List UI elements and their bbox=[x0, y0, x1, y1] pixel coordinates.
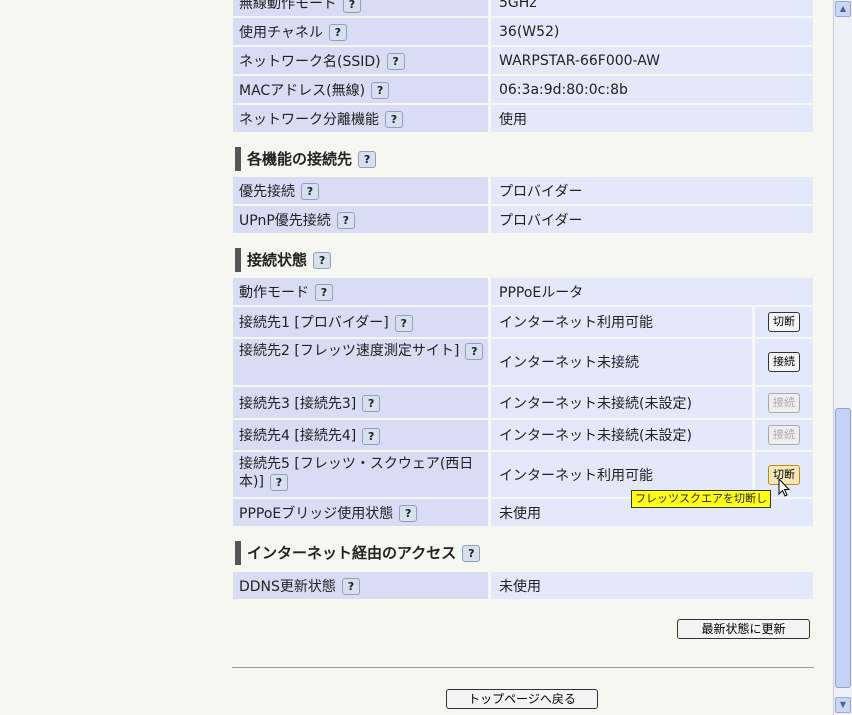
row-wireless-mode: 無線動作モード? 5GHz bbox=[233, 0, 813, 16]
section-access: インターネット経由のアクセス? bbox=[235, 541, 635, 565]
row-value: インターネット未接続(未設定) bbox=[491, 387, 752, 418]
help-icon[interactable]: ? bbox=[386, 53, 405, 70]
row-value: インターネット利用可能 bbox=[491, 307, 752, 337]
connect-button-disabled: 接続 bbox=[768, 425, 800, 445]
row-value: PPPoEルータ bbox=[491, 278, 813, 305]
help-icon[interactable]: ? bbox=[328, 24, 347, 41]
back-to-top-button[interactable]: トップページへ戻る bbox=[446, 689, 598, 709]
help-icon[interactable]: ? bbox=[371, 82, 390, 99]
help-icon[interactable]: ? bbox=[336, 212, 355, 229]
help-icon[interactable]: ? bbox=[301, 183, 319, 200]
help-icon[interactable]: ? bbox=[462, 545, 481, 562]
section-title: 各機能の接続先 bbox=[247, 150, 353, 168]
row-channel: 使用チャネル? 36(W52) bbox=[233, 18, 813, 45]
help-icon[interactable]: ? bbox=[385, 111, 403, 128]
row-conn3: 接続先3 [接続先3]? インターネット未接続(未設定) 接続 bbox=[233, 387, 813, 418]
scrollbar-thumb[interactable] bbox=[835, 408, 851, 688]
row-label: 接続先2 [フレッツ速度測定サイト] bbox=[239, 343, 460, 359]
help-icon[interactable]: ? bbox=[362, 395, 381, 412]
row-value: 36(W52) bbox=[491, 18, 813, 45]
help-icon[interactable]: ? bbox=[399, 505, 418, 522]
row-separation: ネットワーク分離機能? 使用 bbox=[233, 105, 813, 132]
row-label: 接続先4 [接続先4] bbox=[239, 428, 357, 444]
row-label: ネットワーク分離機能 bbox=[239, 111, 379, 128]
row-label: MACアドレス(無線) bbox=[239, 82, 366, 99]
connect-button-disabled: 接続 bbox=[768, 392, 800, 413]
row-conn4: 接続先4 [接続先4]? インターネット未接続(未設定) 接続 bbox=[233, 420, 813, 450]
row-label: 接続先1 [プロバイダー] bbox=[239, 315, 389, 331]
help-icon[interactable]: ? bbox=[313, 252, 332, 269]
row-priority: 優先接続? プロバイダー bbox=[233, 177, 813, 204]
row-value: プロバイダー bbox=[491, 206, 813, 233]
row-value: 06:3a:9d:80:0c:8b bbox=[491, 76, 813, 103]
mouse-cursor-icon bbox=[778, 478, 791, 497]
row-label: PPPoEブリッジ使用状態 bbox=[239, 505, 394, 522]
scroll-up-icon[interactable]: ▲ bbox=[835, 1, 851, 17]
help-icon[interactable]: ? bbox=[341, 578, 360, 595]
row-label: ネットワーク名(SSID) bbox=[239, 53, 381, 70]
row-label: 使用チャネル bbox=[239, 24, 323, 41]
row-value: インターネット未接続 bbox=[491, 339, 752, 385]
row-conn2: 接続先2 [フレッツ速度測定サイト]? インターネット未接続 接続 bbox=[233, 339, 813, 385]
refresh-button[interactable]: 最新状態に更新 bbox=[677, 619, 810, 639]
connect-button[interactable]: 接続 bbox=[768, 352, 800, 372]
scroll-down-icon[interactable]: ▼ bbox=[835, 697, 851, 713]
row-mac: MACアドレス(無線)? 06:3a:9d:80:0c:8b bbox=[233, 76, 813, 103]
disconnect-button[interactable]: 切断 bbox=[768, 312, 800, 332]
row-label: 無線動作モード bbox=[239, 0, 337, 12]
row-label: UPnP優先接続 bbox=[239, 212, 331, 229]
row-label: 動作モード bbox=[239, 284, 309, 301]
row-label: 接続先3 [接続先3] bbox=[239, 395, 357, 412]
divider bbox=[232, 667, 814, 668]
help-icon[interactable]: ? bbox=[465, 342, 484, 360]
help-icon[interactable]: ? bbox=[343, 0, 361, 13]
help-icon[interactable]: ? bbox=[269, 473, 288, 491]
section-status: 接続状態? bbox=[235, 248, 635, 272]
row-value: 5GHz bbox=[491, 0, 813, 16]
row-value: インターネット未接続(未設定) bbox=[491, 420, 752, 450]
help-icon[interactable]: ? bbox=[358, 151, 377, 168]
section-title: 接続状態 bbox=[247, 251, 308, 269]
row-value: 未使用 bbox=[491, 572, 813, 599]
tooltip: フレッツスクエアを切断し bbox=[631, 490, 771, 508]
row-ssid: ネットワーク名(SSID)? WARPSTAR-66F000-AW bbox=[233, 47, 813, 74]
help-icon[interactable]: ? bbox=[315, 284, 333, 301]
row-upnp: UPnP優先接続? プロバイダー bbox=[233, 206, 813, 233]
row-ddns: DDNS更新状態? 未使用 bbox=[233, 572, 813, 599]
row-value: 使用 bbox=[491, 105, 813, 132]
row-value: プロバイダー bbox=[491, 177, 813, 204]
section-title: インターネット経由のアクセス bbox=[247, 544, 457, 562]
row-label: DDNS更新状態 bbox=[239, 578, 336, 595]
row-mode: 動作モード? PPPoEルータ bbox=[233, 278, 813, 305]
scrollbar[interactable]: ▲ ▼ bbox=[833, 0, 852, 715]
section-functions: 各機能の接続先? bbox=[235, 147, 635, 171]
help-icon[interactable]: ? bbox=[394, 314, 413, 332]
row-value: WARPSTAR-66F000-AW bbox=[491, 47, 813, 74]
row-conn1: 接続先1 [プロバイダー]? インターネット利用可能 切断 bbox=[233, 307, 813, 337]
help-icon[interactable]: ? bbox=[362, 427, 381, 445]
row-label: 優先接続 bbox=[239, 183, 295, 200]
